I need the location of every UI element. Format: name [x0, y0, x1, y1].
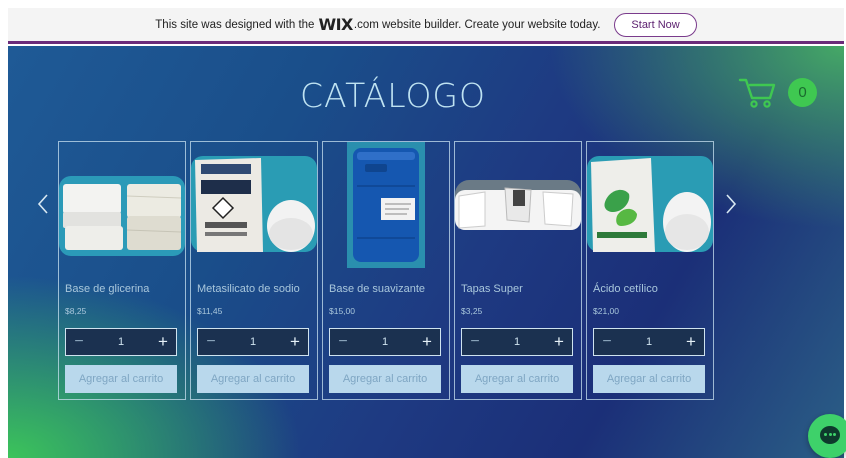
decrement-button[interactable]: −	[594, 333, 620, 351]
product-name[interactable]: Base de glicerina	[65, 283, 149, 295]
quantity-stepper: − 1 +	[593, 328, 705, 356]
product-card[interactable]: Base de glicerina $8,25 − 1 + Agregar al…	[58, 141, 186, 400]
quantity-stepper: − 1 +	[197, 328, 309, 356]
product-image-caps[interactable]	[455, 156, 581, 268]
product-card[interactable]: Ácido cetílico $21,00 − 1 + Agregar al c…	[586, 141, 714, 400]
increment-button[interactable]: +	[678, 332, 704, 352]
product-price: $3,25	[461, 306, 483, 316]
page-title: CATÁLOGO	[300, 76, 486, 115]
quantity-input[interactable]: 1	[224, 336, 282, 348]
product-card[interactable]: Tapas Super $3,25 − 1 + Agregar al carri…	[454, 141, 582, 400]
quantity-stepper: − 1 +	[329, 328, 441, 356]
cart-widget[interactable]: 0	[738, 74, 818, 110]
product-card[interactable]: Metasilicato de sodio $11,45 − 1 + Agreg…	[190, 141, 318, 400]
start-now-button[interactable]: Start Now	[614, 12, 697, 37]
product-name[interactable]: Ácido cetílico	[593, 283, 658, 295]
shopping-cart-icon	[738, 78, 776, 108]
add-to-cart-button[interactable]: Agregar al carrito	[329, 365, 441, 393]
add-to-cart-button[interactable]: Agregar al carrito	[593, 365, 705, 393]
quantity-stepper: − 1 +	[65, 328, 177, 356]
product-image-cetyl-acid[interactable]	[587, 156, 713, 268]
decrement-button[interactable]: −	[198, 333, 224, 351]
quantity-input[interactable]: 1	[356, 336, 414, 348]
increment-button[interactable]: +	[546, 332, 572, 352]
banner-text-after: .com website builder. Create your websit…	[353, 18, 601, 31]
cart-count-badge: 0	[788, 78, 817, 107]
product-name[interactable]: Metasilicato de sodio	[197, 283, 300, 295]
decrement-button[interactable]: −	[66, 333, 92, 351]
decrement-button[interactable]: −	[462, 333, 488, 351]
decrement-button[interactable]: −	[330, 333, 356, 351]
carousel-next-button[interactable]	[723, 192, 739, 216]
add-to-cart-button[interactable]: Agregar al carrito	[461, 365, 573, 393]
banner-text-before: This site was designed with the	[155, 18, 315, 31]
wix-logo: WIX	[318, 15, 353, 34]
quantity-input[interactable]: 1	[488, 336, 546, 348]
product-price: $21,00	[593, 306, 619, 316]
catalog-section: CATÁLOGO 0 Base de glicerina $8,25 − 1 +…	[8, 46, 844, 458]
add-to-cart-button[interactable]: Agregar al carrito	[197, 365, 309, 393]
quantity-input[interactable]: 1	[620, 336, 678, 348]
product-name[interactable]: Tapas Super	[461, 283, 523, 295]
quantity-stepper: − 1 +	[461, 328, 573, 356]
increment-button[interactable]: +	[282, 332, 308, 352]
product-image-softener-base[interactable]	[323, 142, 449, 268]
chat-button[interactable]	[808, 414, 846, 458]
quantity-input[interactable]: 1	[92, 336, 150, 348]
increment-button[interactable]: +	[150, 332, 176, 352]
increment-button[interactable]: +	[414, 332, 440, 352]
add-to-cart-button[interactable]: Agregar al carrito	[65, 365, 177, 393]
chevron-right-icon	[726, 194, 737, 214]
product-price: $8,25	[65, 306, 87, 316]
product-price: $11,45	[197, 306, 223, 316]
product-image-sodium-metasilicate[interactable]	[191, 156, 317, 268]
product-card[interactable]: Base de suavizante $15,00 − 1 + Agregar …	[322, 141, 450, 400]
carousel-prev-button[interactable]	[35, 192, 51, 216]
product-image-glycerin[interactable]	[59, 156, 185, 268]
chevron-left-icon	[37, 194, 48, 214]
wix-promo-banner: This site was designed with the WIX .com …	[8, 8, 844, 44]
product-name[interactable]: Base de suavizante	[329, 283, 425, 295]
product-price: $15,00	[329, 306, 355, 316]
